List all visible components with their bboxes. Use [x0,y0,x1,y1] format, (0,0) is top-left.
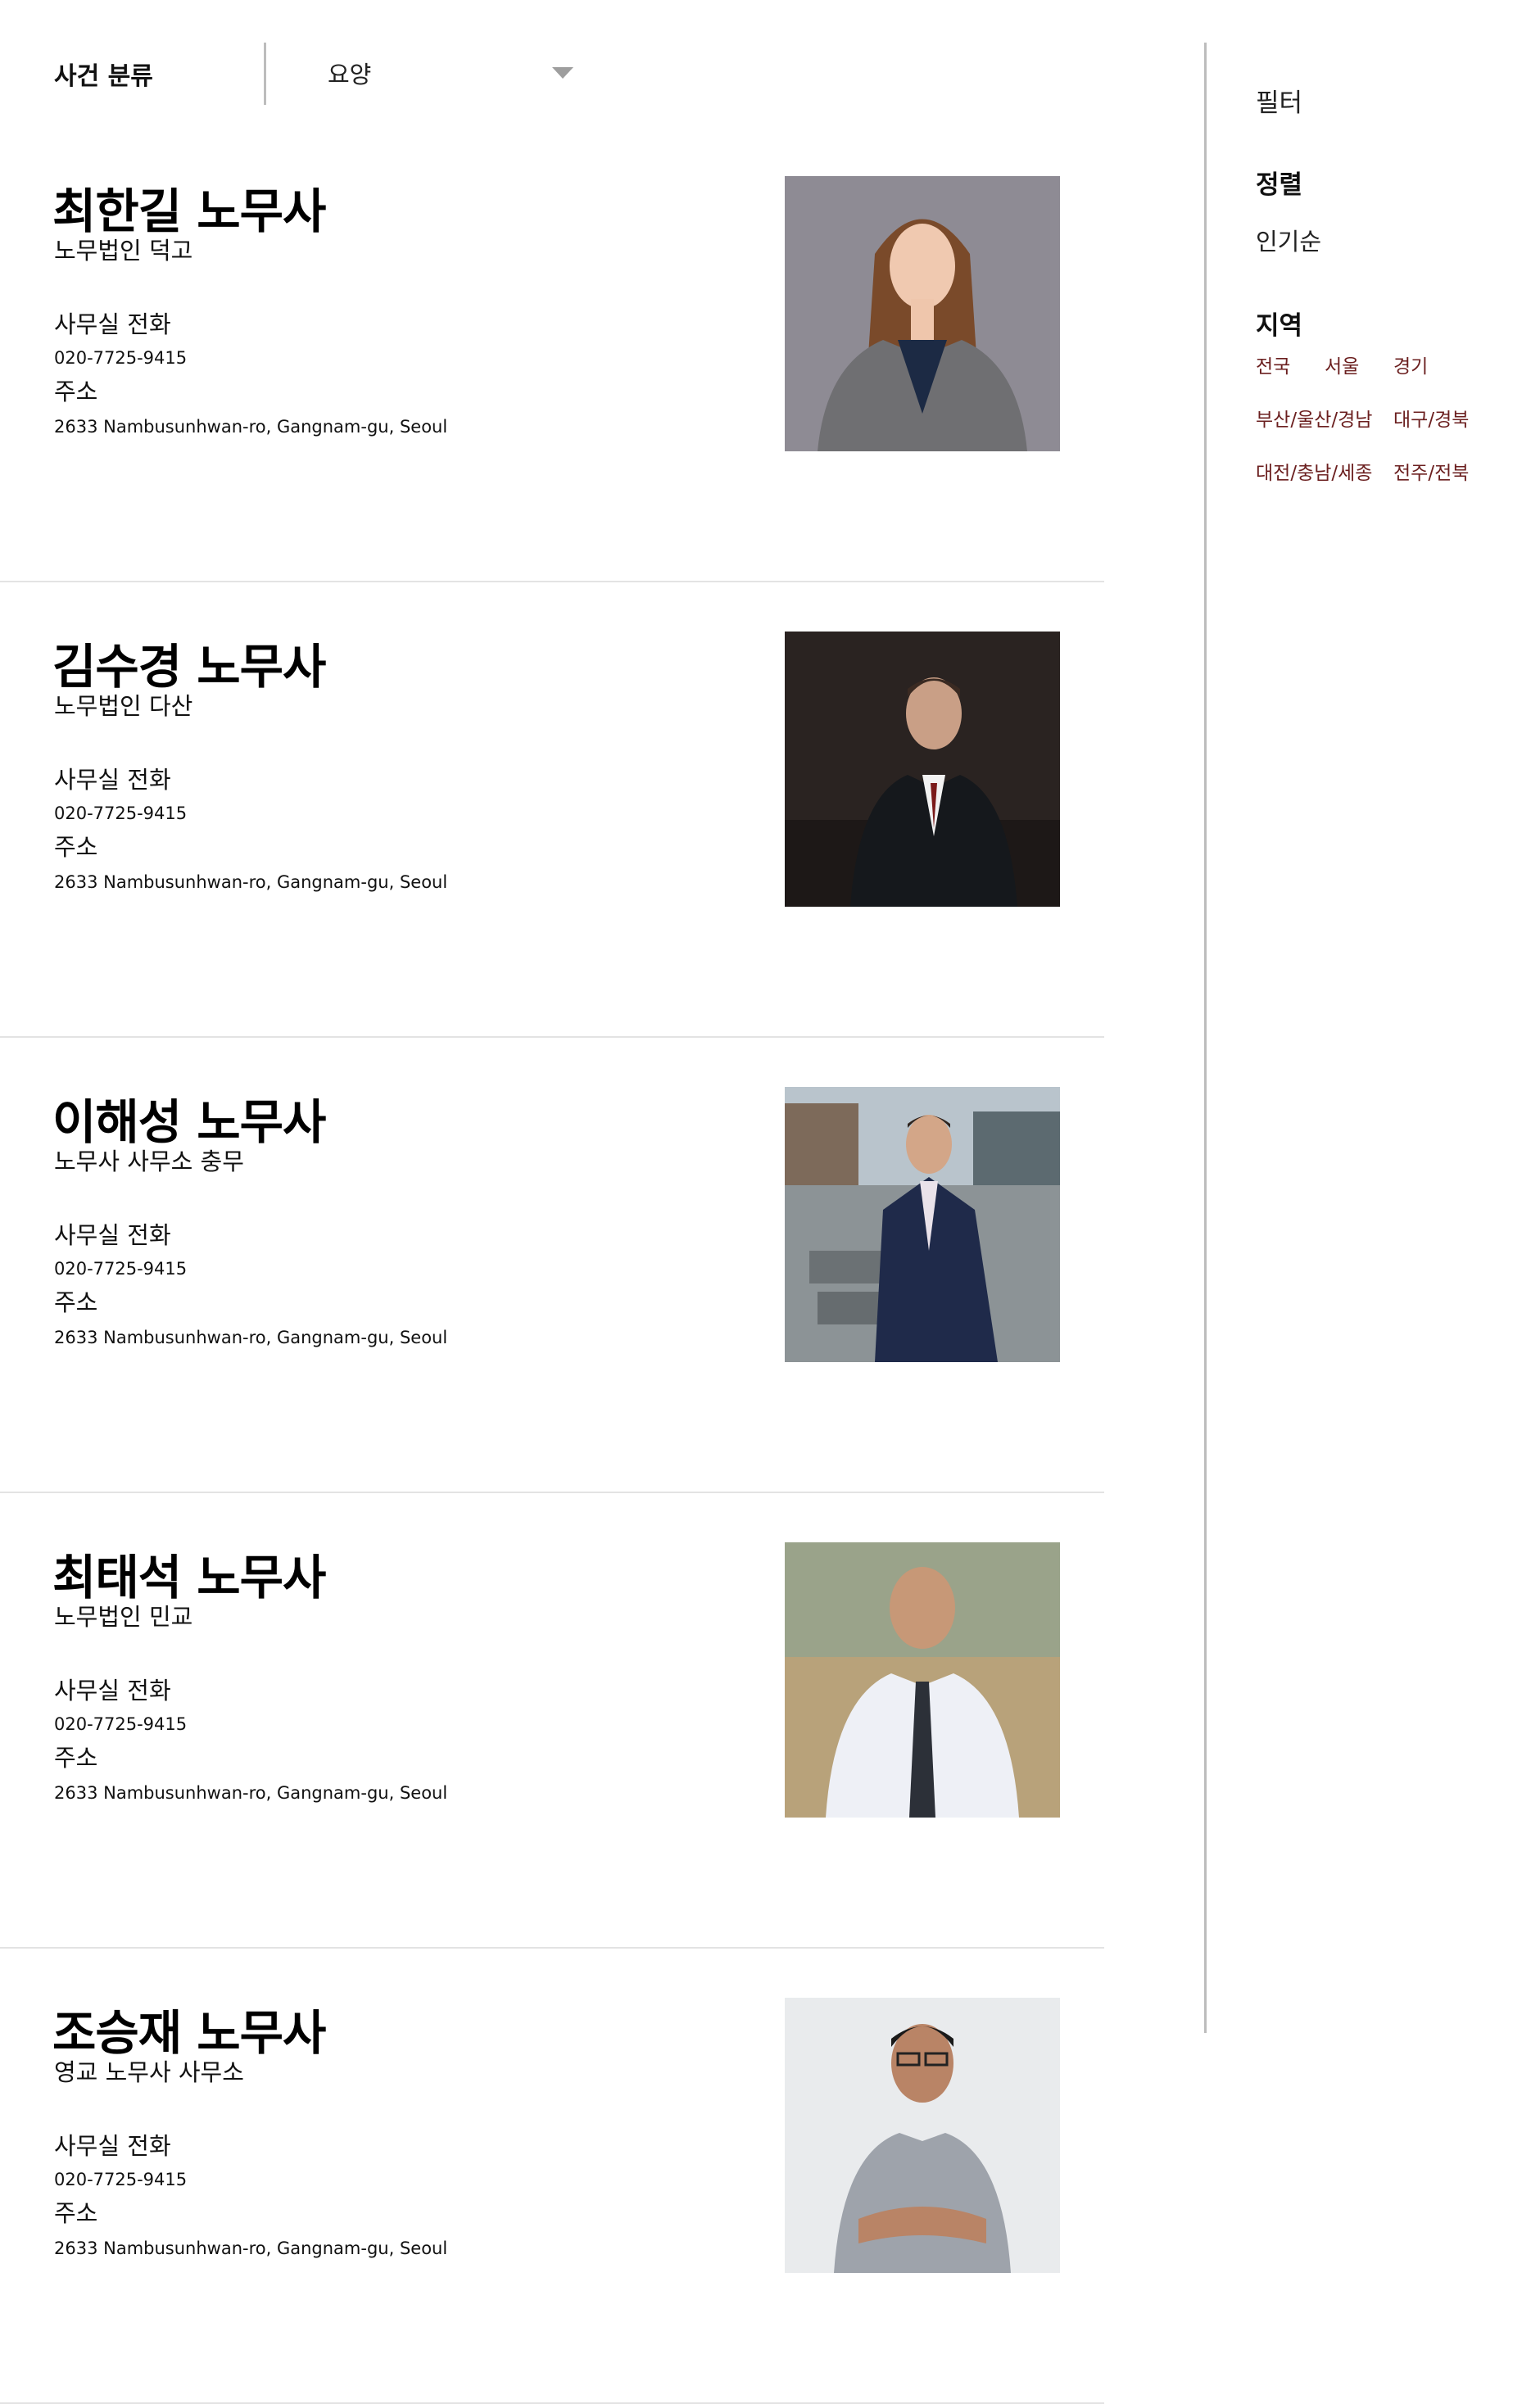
sidebar-divider [1204,43,1207,2033]
case-category-select-value: 요양 [328,61,372,88]
lawyer-photo[interactable] [785,1542,1060,1818]
address-text: 2633 Nambusunhwan-ro, Gangnam-gu, Seoul [54,2239,448,2258]
address-label: 주소 [54,833,98,861]
phone-number: 020-7725-9415 [54,348,188,368]
sort-title: 정렬 [1256,170,1303,200]
man-navy-suit-city-portrait [785,1087,1060,1362]
region-title: 지역 [1256,311,1303,341]
address-label: 주소 [54,2199,98,2227]
case-category-bar: 사건 분류 요양 [54,43,573,105]
address-label: 주소 [54,378,98,405]
phone-label: 사무실 전화 [54,2132,171,2160]
lawyer-firm: 노무법인 민교 [54,1603,193,1631]
case-category-select[interactable]: 요양 [328,43,582,105]
region-gyeonggi[interactable]: 경기 [1393,351,1428,378]
lawyer-firm: 노무법인 다산 [54,692,193,720]
filter-title: 필터 [1256,88,1303,118]
lawyer-firm: 영교 노무사 사무소 [54,2058,244,2086]
address-text: 2633 Nambusunhwan-ro, Gangnam-gu, Seoul [54,872,448,892]
lawyer-list: 최한길 노무사 노무법인 덕고 사무실 전화 020-7725-9415 주소 … [0,127,1104,2404]
lawyer-photo[interactable] [785,632,1060,907]
phone-label: 사무실 전화 [54,310,171,338]
lawyer-card[interactable]: 조승재 노무사 영교 노무사 사무소 사무실 전화 020-7725-9415 … [0,1949,1104,2404]
lawyer-firm: 노무법인 덕고 [54,237,193,265]
lawyer-photo[interactable] [785,1998,1060,2273]
lawyer-card[interactable]: 최태석 노무사 노무법인 민교 사무실 전화 020-7725-9415 주소 … [0,1493,1104,1949]
lawyer-firm: 노무사 사무소 충무 [54,1148,244,1175]
lawyer-card[interactable]: 최한길 노무사 노무법인 덕고 사무실 전화 020-7725-9415 주소 … [0,127,1104,582]
phone-number: 020-7725-9415 [54,1714,188,1734]
lawyer-photo[interactable] [785,1087,1060,1362]
chevron-down-icon [552,67,573,79]
divider [264,43,266,105]
phone-label: 사무실 전화 [54,766,171,794]
man-gray-tshirt-glasses-portrait [785,1998,1060,2273]
phone-label: 사무실 전화 [54,1221,171,1249]
phone-number: 020-7725-9415 [54,2170,188,2189]
address-label: 주소 [54,1744,98,1772]
lawyer-photo[interactable] [785,176,1060,451]
region-daejeon-chungnam-sejong[interactable]: 대전/충남/세종 [1256,457,1372,485]
region-seoul[interactable]: 서울 [1325,351,1359,378]
address-text: 2633 Nambusunhwan-ro, Gangnam-gu, Seoul [54,417,448,437]
region-list: 전국 서울 경기 부산/울산/경남 대구/경북 대전/충남/세종 전주/전북 [1256,351,1518,510]
sort-option-popular[interactable]: 인기순 [1256,223,1321,257]
case-category-label: 사건 분류 [54,62,153,91]
region-busan-ulsan-gyeongnam[interactable]: 부산/울산/경남 [1256,404,1372,432]
lawyer-card[interactable]: 김수경 노무사 노무법인 다산 사무실 전화 020-7725-9415 주소 … [0,582,1104,1038]
lawyer-card[interactable]: 이해성 노무사 노무사 사무소 충무 사무실 전화 020-7725-9415 … [0,1038,1104,1493]
address-label: 주소 [54,1288,98,1316]
region-daegu-gyeongbuk[interactable]: 대구/경북 [1393,404,1469,432]
region-all[interactable]: 전국 [1256,351,1290,378]
address-text: 2633 Nambusunhwan-ro, Gangnam-gu, Seoul [54,1783,448,1803]
man-white-shirt-tie-portrait [785,1542,1060,1818]
man-dark-suit-portrait [785,632,1060,907]
phone-number: 020-7725-9415 [54,1259,188,1279]
phone-label: 사무실 전화 [54,1677,171,1705]
address-text: 2633 Nambusunhwan-ro, Gangnam-gu, Seoul [54,1328,448,1347]
woman-gray-suit-portrait [785,176,1060,451]
region-jeonju-jeonbuk[interactable]: 전주/전북 [1393,457,1469,485]
phone-number: 020-7725-9415 [54,804,188,823]
